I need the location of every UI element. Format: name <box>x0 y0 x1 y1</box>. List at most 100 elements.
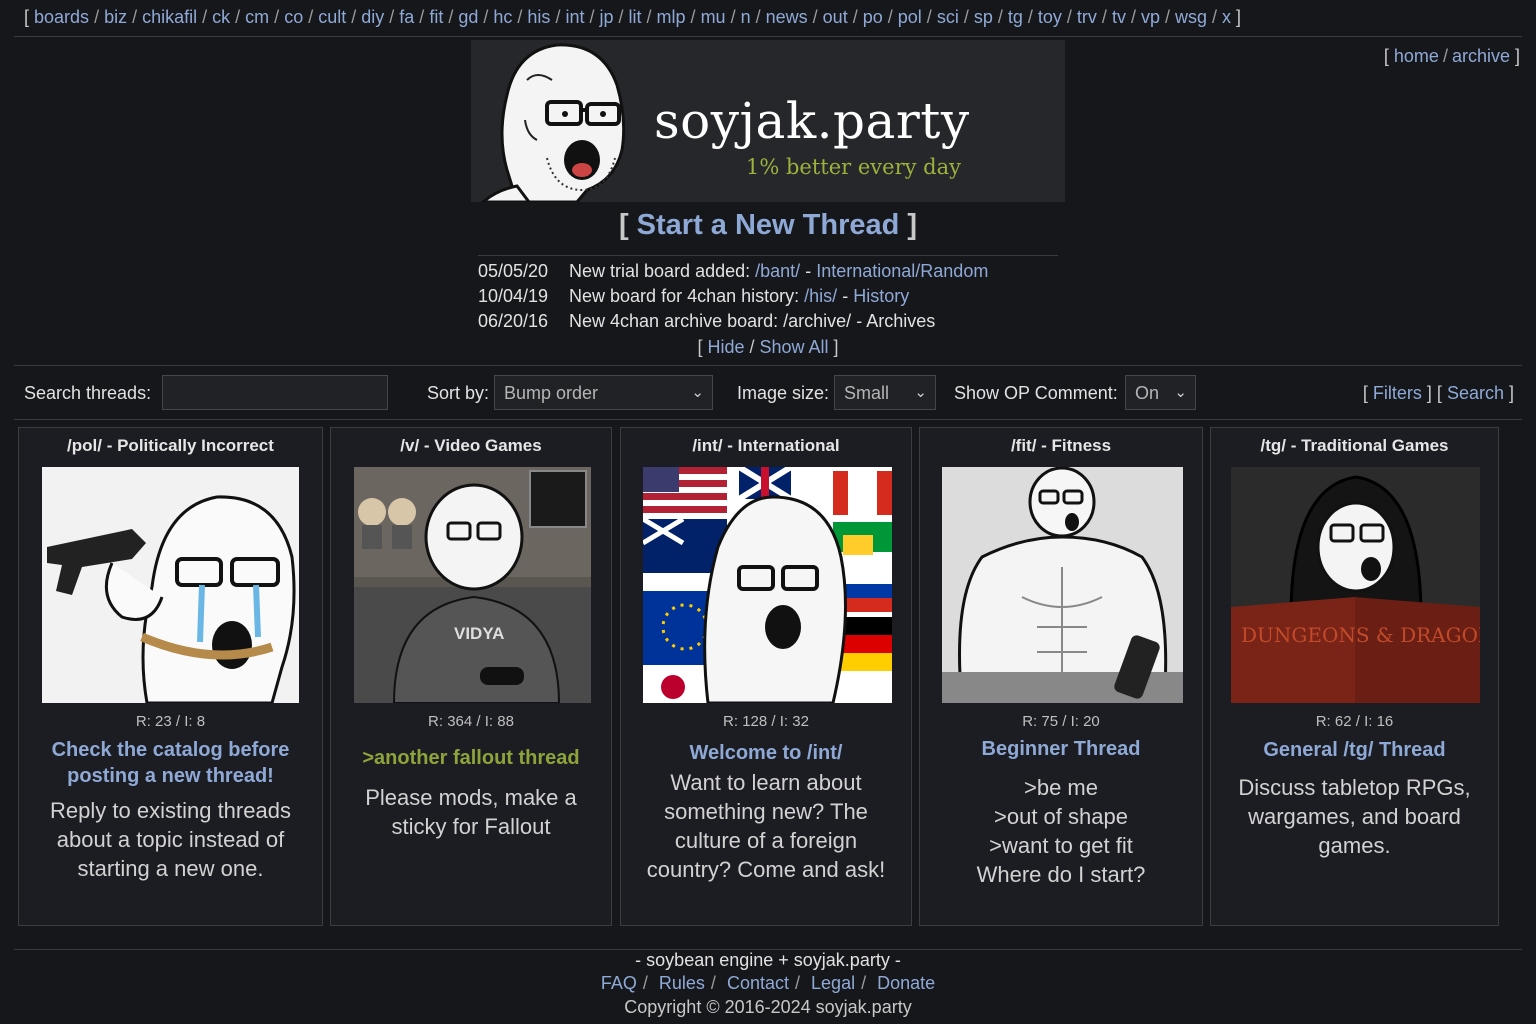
news-desc-link[interactable]: International/Random <box>816 261 988 281</box>
nav-separator: / <box>1130 7 1136 27</box>
dnd-soyjak-thumbnail[interactable]: DUNGEONS & DRAGONS <box>1231 467 1480 703</box>
nav-board-trv[interactable]: trv <box>1077 7 1097 27</box>
news-board-link[interactable]: /his/ <box>804 286 837 306</box>
nav-board-sp[interactable]: sp <box>974 7 993 27</box>
nav-board-mu[interactable]: mu <box>701 7 726 27</box>
card-comment-line: >want to get fit <box>989 833 1133 858</box>
nav-board-news[interactable]: news <box>766 7 808 27</box>
nav-board-lit[interactable]: lit <box>629 7 642 27</box>
show-all-news-link[interactable]: Show All <box>760 337 829 357</box>
nav-board-his[interactable]: his <box>527 7 550 27</box>
sort-by-select[interactable]: Bump order ⌄ <box>494 375 713 410</box>
card-subject[interactable]: Welcome to /int/ <box>631 740 901 766</box>
card-subject[interactable]: Beginner Thread <box>930 736 1192 762</box>
rules-link[interactable]: Rules <box>659 973 705 993</box>
nav-board-diy[interactable]: diy <box>361 7 384 27</box>
flags-soyjak-thumbnail[interactable] <box>643 467 892 703</box>
image-size-label: Image size: <box>737 383 830 403</box>
faq-link[interactable]: FAQ <box>601 973 637 993</box>
chevron-down-icon: ⌄ <box>1174 384 1187 401</box>
start-new-thread-link[interactable]: Start a New Thread <box>637 209 900 241</box>
nav-board-toy[interactable]: toy <box>1038 7 1062 27</box>
card-reply-image-count: R: 62 / I: 16 <box>1315 713 1394 730</box>
image-size-select[interactable]: Small ⌄ <box>834 375 936 410</box>
nav-board-mlp[interactable]: mlp <box>657 7 686 27</box>
top-right-links: [ home / archive ] <box>1383 46 1520 66</box>
nav-separator: / <box>483 7 489 27</box>
nav-board-fa[interactable]: fa <box>399 7 414 27</box>
nav-separator: / <box>132 7 138 27</box>
card-board-title: /fit/ - Fitness <box>1010 436 1112 455</box>
nav-separator: / <box>1101 7 1107 27</box>
archive-link[interactable]: archive <box>1452 46 1510 66</box>
news-text: New board for 4chan history: <box>569 286 800 306</box>
site-banner[interactable]: soyjak.party 1% better every day <box>471 40 1065 202</box>
show-op-comment-label: Show OP Comment: <box>954 383 1118 403</box>
sort-by-value: Bump order <box>504 383 599 403</box>
nav-board-hc[interactable]: hc <box>493 7 512 27</box>
home-link[interactable]: home <box>1394 46 1439 66</box>
contact-link[interactable]: Contact <box>727 973 789 993</box>
thread-card-pol[interactable]: /pol/ - Politically Incorrect R: 23 / I:… <box>18 427 323 926</box>
search-threads-input[interactable] <box>162 375 388 410</box>
nav-board-po[interactable]: po <box>863 7 883 27</box>
nav-board-biz[interactable]: biz <box>104 7 127 27</box>
site-tagline: 1% better every day <box>746 155 962 179</box>
footer-copyright: Copyright © 2016-2024 soyjak.party <box>624 997 912 1017</box>
nav-board-co[interactable]: co <box>284 7 303 27</box>
nav-board-x[interactable]: x <box>1222 7 1231 27</box>
nav-board-gd[interactable]: gd <box>458 7 478 27</box>
news-date: 05/05/20 <box>478 261 549 281</box>
nav-board-n[interactable]: n <box>741 7 751 27</box>
nav-separator: / <box>1164 7 1170 27</box>
news-text: New trial board added: <box>569 261 751 281</box>
search-link[interactable]: Search <box>1447 383 1504 403</box>
card-subject[interactable]: Check the catalog before posting a new t… <box>29 737 312 789</box>
nav-separator: / <box>202 7 208 27</box>
card-comment: Discuss tabletop RPGs, wargames, and boa… <box>1238 775 1471 858</box>
nav-board-jp[interactable]: jp <box>599 7 613 27</box>
filters-link[interactable]: Filters <box>1373 383 1422 403</box>
nav-board-cm[interactable]: cm <box>245 7 269 27</box>
nav-open-bracket: [ <box>24 7 35 27</box>
card-board-title: /pol/ - Politically Incorrect <box>67 436 274 455</box>
card-subject[interactable]: >another fallout thread <box>341 745 601 771</box>
nav-board-fit[interactable]: fit <box>429 7 443 27</box>
nav-board-pol[interactable]: pol <box>898 7 922 27</box>
image-size-value: Small <box>844 383 890 403</box>
crying-soyjak-gun-thumbnail[interactable] <box>42 467 299 703</box>
sort-by-label: Sort by: <box>427 383 490 403</box>
start-new-thread: [ Start a New Thread ] <box>618 209 918 241</box>
nav-board-int[interactable]: int <box>565 7 584 27</box>
donate-link[interactable]: Donate <box>877 973 935 993</box>
thread-card-v[interactable]: /v/ - Video Games VIDYA R: 364 / I: 88 >… <box>330 427 612 926</box>
legal-link[interactable]: Legal <box>811 973 855 993</box>
news-desc-link[interactable]: History <box>853 286 909 306</box>
nav-board-sci[interactable]: sci <box>937 7 959 27</box>
thread-card-int[interactable]: /int/ - International R: 128 / I: 32 Wel… <box>620 427 912 926</box>
thread-card-fit[interactable]: /fit/ - Fitness R: 75 / I: 20 Beginner T… <box>919 427 1203 926</box>
nav-board-tv[interactable]: tv <box>1112 7 1126 27</box>
hide-news-link[interactable]: Hide <box>707 337 744 357</box>
card-reply-image-count: R: 75 / I: 20 <box>1022 713 1100 730</box>
card-comment: Want to learn about something new? The c… <box>646 770 886 882</box>
gamer-soyjak-thumbnail[interactable]: VIDYA <box>354 467 591 703</box>
soyjak-mascot-icon <box>480 43 626 202</box>
nav-board-out[interactable]: out <box>823 7 848 27</box>
card-comment-line: Where do I start? <box>976 862 1146 887</box>
nav-separator: / <box>517 7 523 27</box>
fit-soyjak-thumbnail[interactable] <box>942 467 1183 703</box>
nav-boards-link[interactable]: boards <box>34 7 89 27</box>
thread-card-tg[interactable]: /tg/ - Traditional Games DUNGEONS & DRAG… <box>1210 427 1499 926</box>
nav-separator: / <box>389 7 395 27</box>
card-subject[interactable]: General /tg/ Thread <box>1221 737 1488 763</box>
nav-board-vp[interactable]: vp <box>1141 7 1160 27</box>
nav-board-tg[interactable]: tg <box>1008 7 1023 27</box>
nav-board-wsg[interactable]: wsg <box>1175 7 1207 27</box>
nav-board-chikafil[interactable]: chikafil <box>142 7 197 27</box>
news-board-link[interactable]: /bant/ <box>755 261 800 281</box>
nav-board-cult[interactable]: cult <box>318 7 346 27</box>
nav-board-ck[interactable]: ck <box>212 7 230 27</box>
nav-separator: / <box>419 7 425 27</box>
show-op-comment-select[interactable]: On ⌄ <box>1125 375 1196 410</box>
